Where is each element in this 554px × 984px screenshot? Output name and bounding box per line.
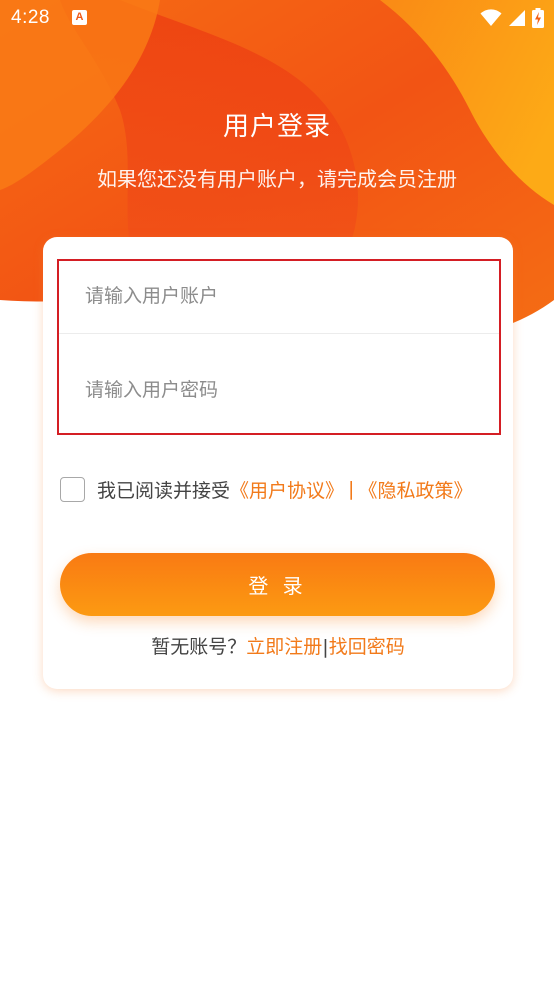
agreement-checkbox[interactable] <box>60 476 85 502</box>
wifi-icon <box>480 9 502 26</box>
agreement-separator: | <box>348 478 355 500</box>
user-agreement-link[interactable]: 《用户协议》 <box>230 476 344 503</box>
account-help-row: 暂无账号？立即注册|找回密码 <box>43 632 513 659</box>
signal-icon <box>509 10 525 26</box>
account-input[interactable] <box>85 281 475 311</box>
credentials-fields <box>57 259 501 435</box>
field-divider <box>59 333 499 334</box>
password-field[interactable] <box>59 347 499 433</box>
agreement-row: 我已阅读并接受 《用户协议》 | 《隐私政策》 <box>60 474 472 504</box>
notification-a-icon: A <box>72 10 87 25</box>
page-subtitle: 如果您还没有用户账户，请完成会员注册 <box>97 167 457 191</box>
privacy-policy-link[interactable]: 《隐私政策》 <box>358 476 472 503</box>
no-account-text: 暂无账号？ <box>151 636 247 658</box>
status-time: 4:28 <box>11 7 50 28</box>
login-card: 我已阅读并接受 《用户协议》 | 《隐私政策》 登 录 暂无账号？立即注册|找回… <box>43 237 513 689</box>
status-icons <box>480 8 544 28</box>
login-button[interactable]: 登 录 <box>60 553 495 616</box>
agreement-text: 我已阅读并接受 <box>97 479 231 502</box>
register-link[interactable]: 立即注册 <box>246 636 322 658</box>
page-title: 用户登录 <box>222 112 331 142</box>
forgot-password-link[interactable]: 找回密码 <box>329 636 405 658</box>
account-field[interactable] <box>59 261 499 347</box>
status-bar: 4:28 A <box>0 0 554 38</box>
password-input[interactable] <box>85 375 475 405</box>
battery-charging-icon <box>532 8 544 28</box>
